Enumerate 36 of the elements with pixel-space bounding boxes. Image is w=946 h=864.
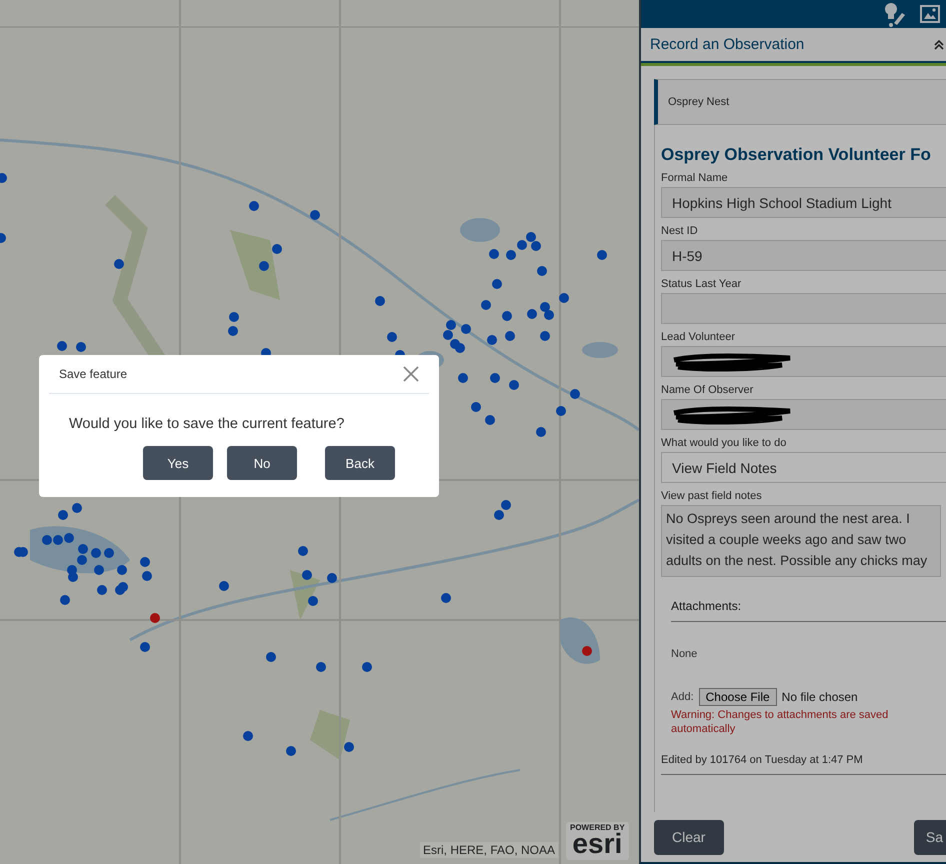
dropdown-field[interactable]: View Field Notes	[661, 452, 946, 483]
panel-button[interactable]: Clear	[654, 820, 724, 854]
attachments-list: None	[671, 648, 946, 660]
field-label: Formal Name	[661, 172, 729, 184]
field-label: Nest ID	[661, 225, 699, 237]
dialog-button[interactable]: No	[227, 446, 297, 480]
dialog-title: Save feature	[59, 367, 128, 381]
field-label: What would you like to do	[661, 437, 788, 449]
dialog-button[interactable]: Yes	[143, 446, 213, 480]
dialog-message: Would you like to save the current feature?	[69, 416, 346, 432]
warning-text: Warning: Changes to attachments are saved automatically	[671, 708, 890, 736]
double-chevron-up-icon[interactable]	[934, 40, 944, 50]
dialog-button[interactable]: Back	[325, 446, 395, 480]
image-icon[interactable]	[920, 5, 940, 23]
input-field[interactable]: Hopkins High School Stadium Light	[661, 187, 946, 218]
lightbulb-pencil-icon[interactable]	[882, 1, 906, 29]
input-field[interactable]	[661, 293, 946, 324]
close-icon[interactable]	[403, 366, 419, 382]
field-label: Name Of Observer	[661, 384, 754, 396]
panel-title: Record an Observation	[650, 36, 804, 53]
add-label: Add:	[671, 691, 694, 703]
esri-logo: POWERED BY esri	[566, 822, 629, 860]
attachments-heading: Attachments:	[671, 599, 946, 622]
field-label: Lead Volunteer	[661, 331, 736, 343]
input-field[interactable]	[661, 399, 946, 430]
field-label: Status Last Year	[661, 278, 742, 290]
template-item[interactable]: Osprey Nest	[654, 79, 946, 125]
file-status: No file chosen	[782, 690, 858, 704]
input-field[interactable]	[661, 346, 946, 377]
input-field[interactable]: H-59	[661, 240, 946, 271]
choose-file-button[interactable]: Choose File	[698, 688, 777, 706]
form-title: Osprey Observation Volunteer Fo	[661, 145, 932, 165]
field-label: View past field notes	[661, 490, 763, 502]
edit-info: Edited by 101764 on Tuesday at 1:47 PM	[661, 754, 946, 775]
notes-textarea[interactable]: No Ospreys seen around the nest area. I visited a couple weeks ago and saw two adults on the nest. Possible any chicks may	[661, 505, 941, 577]
panel-button[interactable]: Sa	[914, 820, 946, 854]
